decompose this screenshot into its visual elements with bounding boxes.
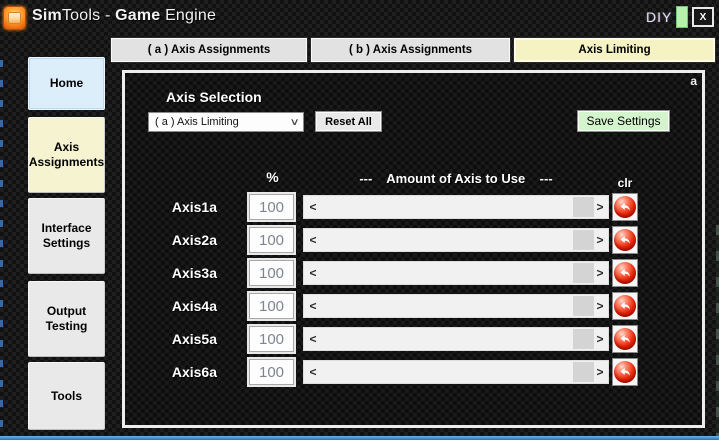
clr-undo-icon xyxy=(614,196,636,218)
chevron-left-icon[interactable]: < xyxy=(306,229,320,251)
chevron-right-icon[interactable]: > xyxy=(593,262,607,284)
dropdown-value: ( a ) Axis Limiting xyxy=(155,116,239,128)
save-settings-button[interactable]: Save Settings xyxy=(577,110,670,132)
axis-label: Axis2a xyxy=(171,232,217,248)
chevron-right-icon[interactable]: > xyxy=(593,229,607,251)
clear-axis-button[interactable] xyxy=(612,358,638,386)
app-icon xyxy=(3,6,26,30)
chevron-left-icon[interactable]: < xyxy=(306,295,320,317)
chevron-left-icon[interactable]: < xyxy=(306,262,320,284)
axis-label: Axis6a xyxy=(171,364,217,380)
sidebar-item-home[interactable]: Home xyxy=(28,57,105,110)
axis-amount-slider[interactable]: < > xyxy=(303,327,609,351)
clear-axis-button[interactable] xyxy=(612,292,638,320)
game-engine-window: SimTools - Game Engine DIY X ( a ) Axis … xyxy=(0,0,719,440)
percent-input[interactable] xyxy=(249,227,294,253)
slider-thumb[interactable] xyxy=(573,263,594,283)
percent-input[interactable] xyxy=(249,359,294,385)
slider-thumb[interactable] xyxy=(573,329,594,349)
axis-amount-slider[interactable]: < > xyxy=(303,360,609,384)
clr-undo-icon xyxy=(614,229,636,251)
reset-all-button[interactable]: Reset All xyxy=(315,111,382,132)
clr-undo-icon xyxy=(614,361,636,383)
amount-column-header: --- Amount of Axis to Use --- xyxy=(359,171,553,186)
chevron-right-icon[interactable]: > xyxy=(593,295,607,317)
slider-thumb[interactable] xyxy=(573,362,594,382)
tab-a-axis-assignments[interactable]: ( a ) Axis Assignments xyxy=(110,37,308,63)
clear-axis-button[interactable] xyxy=(612,226,638,254)
sidebar-item-tools[interactable]: Tools xyxy=(28,362,105,430)
window-title: SimTools - Game Engine xyxy=(32,7,216,25)
axis-row: Axis6a < > xyxy=(125,358,699,387)
clear-axis-button[interactable] xyxy=(612,193,638,221)
clr-undo-icon xyxy=(614,262,636,284)
clear-axis-button[interactable] xyxy=(612,259,638,287)
chevron-right-icon[interactable]: > xyxy=(593,196,607,218)
chevron-right-icon[interactable]: > xyxy=(593,328,607,350)
axis-row: Axis5a < > xyxy=(125,325,699,354)
percent-column-header: % xyxy=(266,169,279,185)
percent-input[interactable] xyxy=(249,260,294,286)
panel-corner-label: a xyxy=(690,74,697,88)
sidebar-item-interface-settings[interactable]: Interface Settings xyxy=(28,198,105,274)
close-icon[interactable]: X xyxy=(692,7,714,27)
axis-row: Axis3a < > xyxy=(125,259,699,288)
window-bottom-edge xyxy=(0,436,719,440)
app-icon-glyph xyxy=(8,12,21,24)
clr-undo-icon xyxy=(614,295,636,317)
axis-row: Axis1a < > xyxy=(125,193,699,222)
tab-b-axis-assignments[interactable]: ( b ) Axis Assignments xyxy=(310,37,511,63)
percent-input[interactable] xyxy=(249,326,294,352)
title-tools: Tools - xyxy=(61,7,116,24)
clr-undo-icon xyxy=(614,328,636,350)
percent-input[interactable] xyxy=(249,293,294,319)
title-game: Game xyxy=(115,7,161,24)
title-sim: Sim xyxy=(32,7,62,24)
tab-axis-limiting[interactable]: Axis Limiting xyxy=(513,37,716,63)
window-left-edge xyxy=(0,60,3,436)
clear-axis-button[interactable] xyxy=(612,325,638,353)
title-engine: Engine xyxy=(165,7,217,24)
axis-label: Axis5a xyxy=(171,331,217,347)
chevron-left-icon[interactable]: < xyxy=(306,328,320,350)
slider-thumb[interactable] xyxy=(573,296,594,316)
axis-row: Axis2a < > xyxy=(125,226,699,255)
axis-selection-dropdown[interactable]: ( a ) Axis Limiting ∨ xyxy=(148,112,304,132)
axis-label: Axis4a xyxy=(171,298,217,314)
chevron-left-icon[interactable]: < xyxy=(306,361,320,383)
axis-amount-slider[interactable]: < > xyxy=(303,261,609,285)
clr-column-header: clr xyxy=(617,176,633,190)
chevron-right-icon[interactable]: > xyxy=(593,361,607,383)
axis-label: Axis1a xyxy=(171,199,217,215)
slider-thumb[interactable] xyxy=(573,197,594,217)
axis-amount-slider[interactable]: < > xyxy=(303,294,609,318)
sidebar-item-axis-assignments[interactable]: Axis Assignments xyxy=(28,117,105,193)
axis-amount-slider[interactable]: < > xyxy=(303,195,609,219)
chevron-left-icon[interactable]: < xyxy=(306,196,320,218)
percent-input[interactable] xyxy=(249,194,294,220)
axis-amount-slider[interactable]: < > xyxy=(303,228,609,252)
sidebar-item-output-testing[interactable]: Output Testing xyxy=(28,281,105,357)
axis-row: Axis4a < > xyxy=(125,292,699,321)
slider-thumb[interactable] xyxy=(573,230,594,250)
chevron-down-icon: ∨ xyxy=(289,116,300,128)
axis-selection-label: Axis Selection xyxy=(166,89,262,105)
status-led-indicator xyxy=(676,6,688,28)
axis-label: Axis3a xyxy=(171,265,217,281)
axis-limiting-panel: a Axis Selection ( a ) Axis Limiting ∨ R… xyxy=(122,70,705,428)
diy-label: DIY xyxy=(646,9,673,25)
